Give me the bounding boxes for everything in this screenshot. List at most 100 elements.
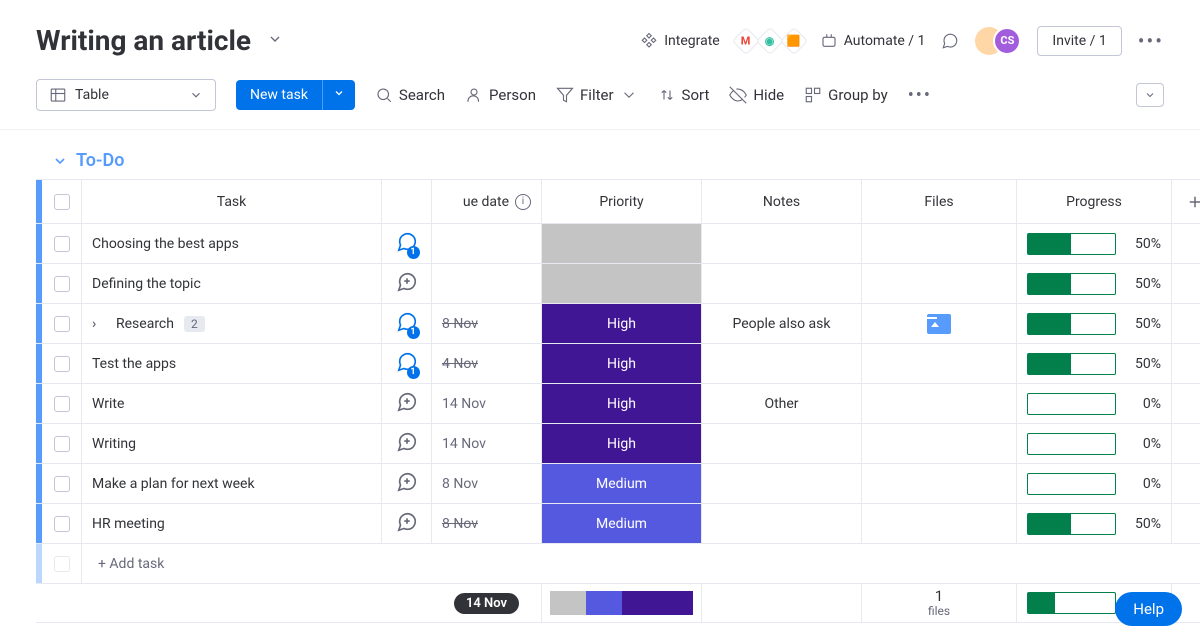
help-button[interactable]: Help bbox=[1115, 592, 1182, 626]
notes-cell[interactable]: People also ask bbox=[702, 304, 862, 343]
table-row[interactable]: Writing 14 Nov High 0% bbox=[36, 424, 1200, 464]
table-row[interactable]: Make a plan for next week 8 Nov Medium 0… bbox=[36, 464, 1200, 504]
table-row[interactable]: HR meeting 8 Nov Medium 50% bbox=[36, 504, 1200, 544]
task-name-cell[interactable]: Writing bbox=[82, 424, 382, 463]
due-date-cell[interactable]: 14 Nov bbox=[432, 424, 542, 463]
files-cell[interactable] bbox=[862, 464, 1017, 503]
row-checkbox[interactable] bbox=[54, 436, 70, 452]
priority-cell[interactable] bbox=[542, 224, 702, 263]
files-cell[interactable] bbox=[862, 224, 1017, 263]
table-row[interactable]: Test the apps 1 4 Nov High 50% bbox=[36, 344, 1200, 384]
priority-cell[interactable]: Medium bbox=[542, 464, 702, 503]
priority-cell[interactable] bbox=[542, 264, 702, 303]
integrate-button[interactable]: Integrate bbox=[640, 32, 720, 50]
files-cell[interactable] bbox=[862, 264, 1017, 303]
due-date-cell[interactable]: 4 Nov bbox=[432, 344, 542, 383]
table-row[interactable]: Choosing the best apps 1 50% bbox=[36, 224, 1200, 264]
table-row[interactable]: › Research 2 1 8 Nov High People also as… bbox=[36, 304, 1200, 344]
progress-cell[interactable]: 50% bbox=[1017, 504, 1172, 543]
notes-cell[interactable] bbox=[702, 424, 862, 463]
table-row[interactable]: Defining the topic 50% bbox=[36, 264, 1200, 304]
task-name-cell[interactable]: Write bbox=[82, 384, 382, 423]
priority-cell[interactable]: High bbox=[542, 304, 702, 343]
collapse-toolbar-button[interactable] bbox=[1136, 83, 1164, 107]
row-checkbox[interactable] bbox=[54, 396, 70, 412]
new-task-button[interactable]: New task bbox=[236, 80, 322, 110]
col-notes[interactable]: Notes bbox=[702, 180, 862, 223]
row-checkbox[interactable] bbox=[54, 236, 70, 252]
board-title[interactable]: Writing an article bbox=[36, 24, 251, 57]
add-conversation-icon[interactable] bbox=[396, 271, 418, 297]
toolbar-more-icon[interactable]: ••• bbox=[908, 85, 932, 106]
board-title-chevron-icon[interactable] bbox=[267, 31, 283, 51]
notes-cell[interactable] bbox=[702, 504, 862, 543]
priority-cell[interactable]: Medium bbox=[542, 504, 702, 543]
info-icon[interactable]: i bbox=[515, 194, 531, 210]
board-more-icon[interactable]: ••• bbox=[1138, 29, 1164, 53]
footer-due-summary[interactable]: 14 Nov bbox=[432, 584, 542, 622]
add-task-row[interactable]: + Add task bbox=[36, 544, 1200, 584]
filter-button[interactable]: Filter bbox=[556, 86, 638, 104]
row-checkbox[interactable] bbox=[54, 276, 70, 292]
conversation-icon[interactable]: 1 bbox=[396, 311, 418, 337]
add-conversation-icon[interactable] bbox=[396, 391, 418, 417]
files-cell[interactable] bbox=[862, 304, 1017, 343]
sort-button[interactable]: Sort bbox=[658, 86, 710, 104]
add-column-button[interactable] bbox=[1172, 180, 1200, 223]
row-checkbox[interactable] bbox=[54, 316, 70, 332]
add-conversation-icon[interactable] bbox=[396, 471, 418, 497]
group-header[interactable]: To-Do bbox=[0, 130, 1200, 179]
task-name-cell[interactable]: Test the apps bbox=[82, 344, 382, 383]
files-cell[interactable] bbox=[862, 424, 1017, 463]
add-conversation-icon[interactable] bbox=[396, 431, 418, 457]
notes-cell[interactable] bbox=[702, 344, 862, 383]
progress-cell[interactable]: 50% bbox=[1017, 264, 1172, 303]
task-name-cell[interactable]: HR meeting bbox=[82, 504, 382, 543]
notifications-icon[interactable] bbox=[941, 32, 959, 50]
notes-cell[interactable] bbox=[702, 464, 862, 503]
col-task[interactable]: Task bbox=[82, 180, 382, 223]
files-cell[interactable] bbox=[862, 344, 1017, 383]
due-date-cell[interactable]: 14 Nov bbox=[432, 384, 542, 423]
progress-cell[interactable]: 0% bbox=[1017, 384, 1172, 423]
col-due-date[interactable]: ue date i bbox=[432, 180, 542, 223]
col-files[interactable]: Files bbox=[862, 180, 1017, 223]
progress-cell[interactable]: 50% bbox=[1017, 304, 1172, 343]
expand-subitems-icon[interactable]: › bbox=[92, 316, 106, 332]
person-filter-button[interactable]: Person bbox=[465, 86, 536, 104]
due-date-cell[interactable] bbox=[432, 224, 542, 263]
view-selector[interactable]: Table bbox=[36, 79, 216, 111]
invite-button[interactable]: Invite / 1 bbox=[1037, 26, 1121, 56]
col-progress[interactable]: Progress bbox=[1017, 180, 1172, 223]
task-name-cell[interactable]: › Research 2 bbox=[82, 304, 382, 343]
priority-cell[interactable]: High bbox=[542, 344, 702, 383]
task-name-cell[interactable]: Defining the topic bbox=[82, 264, 382, 303]
priority-cell[interactable]: High bbox=[542, 384, 702, 423]
progress-cell[interactable]: 0% bbox=[1017, 424, 1172, 463]
progress-cell[interactable]: 50% bbox=[1017, 224, 1172, 263]
select-all-checkbox[interactable] bbox=[54, 194, 70, 210]
table-row[interactable]: Write 14 Nov High Other 0% bbox=[36, 384, 1200, 424]
conversation-icon[interactable]: 1 bbox=[396, 231, 418, 257]
due-date-cell[interactable]: 8 Nov bbox=[432, 304, 542, 343]
due-date-cell[interactable]: 8 Nov bbox=[432, 504, 542, 543]
new-task-dropdown[interactable] bbox=[322, 80, 355, 110]
row-checkbox[interactable] bbox=[54, 356, 70, 372]
image-file-icon[interactable] bbox=[927, 314, 951, 334]
group-by-button[interactable]: Group by bbox=[804, 86, 888, 104]
conversation-icon[interactable]: 1 bbox=[396, 351, 418, 377]
due-date-cell[interactable]: 8 Nov bbox=[432, 464, 542, 503]
notes-cell[interactable] bbox=[702, 264, 862, 303]
progress-cell[interactable]: 0% bbox=[1017, 464, 1172, 503]
search-button[interactable]: Search bbox=[375, 86, 445, 104]
notes-cell[interactable] bbox=[702, 224, 862, 263]
add-task-input[interactable]: + Add task bbox=[82, 544, 382, 583]
col-priority[interactable]: Priority bbox=[542, 180, 702, 223]
hide-button[interactable]: Hide bbox=[729, 86, 784, 104]
notes-cell[interactable]: Other bbox=[702, 384, 862, 423]
task-name-cell[interactable]: Make a plan for next week bbox=[82, 464, 382, 503]
files-cell[interactable] bbox=[862, 384, 1017, 423]
priority-cell[interactable]: High bbox=[542, 424, 702, 463]
automate-button[interactable]: Automate / 1 bbox=[820, 32, 926, 50]
due-date-cell[interactable] bbox=[432, 264, 542, 303]
